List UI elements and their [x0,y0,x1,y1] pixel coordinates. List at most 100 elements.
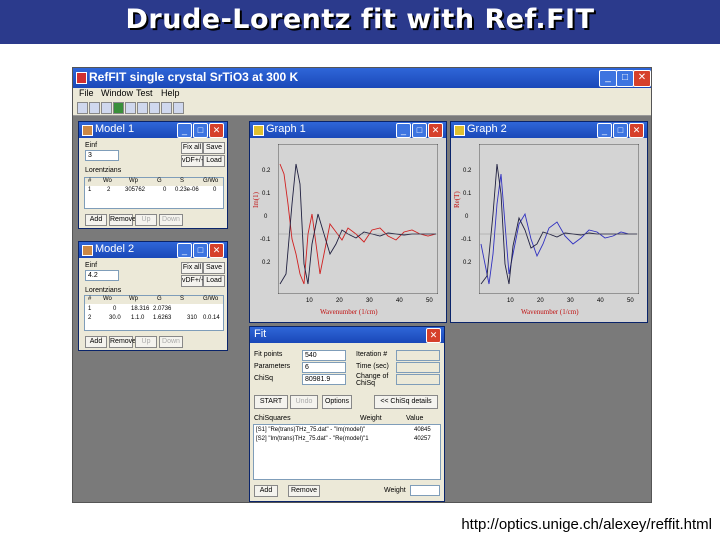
undo-button[interactable]: Undo [290,395,318,409]
col-header: Wp [129,178,138,184]
save-button[interactable]: Save [203,262,225,274]
minimize-icon[interactable]: _ [599,70,617,87]
maximize-icon[interactable]: □ [193,123,208,138]
start-button[interactable]: START [254,395,288,409]
window-icon [82,245,93,256]
close-icon[interactable]: ✕ [209,243,224,258]
list-item[interactable]: [S1] "Re(trans)THz_75.dat" - "Im(model)" [256,427,365,433]
y-tick: 0.2 [262,168,271,174]
down-button[interactable]: Down [159,336,183,348]
minimize-icon[interactable]: _ [177,243,192,258]
graph1-canvas[interactable]: Im(1) 0.2 0.1 0 -0.1 0.2 10 20 30 40 50 … [250,138,446,322]
model1-window: Model 1 _ □ ✕ Einf 3 Fix all Save vDF+/-… [78,121,228,229]
graph2-canvas[interactable]: Re(T) 0.2 0.1 0 -0.1 0.2 10 20 30 40 50 … [451,138,647,322]
minimize-icon[interactable]: _ [597,123,612,138]
data-icon[interactable] [149,102,160,114]
add-button[interactable]: Add [85,214,107,226]
add-button[interactable]: Add [254,485,278,497]
save-button[interactable]: Save [203,142,225,154]
fit-icon[interactable] [137,102,148,114]
x-tick: 50 [426,298,433,304]
graph-icon [454,125,465,136]
maximize-icon[interactable]: □ [412,123,427,138]
x-tick: 10 [306,298,313,304]
menu-file[interactable]: File [79,88,94,98]
table-row[interactable]: 1 0 18.316 2.0736 [85,306,223,314]
source-url[interactable]: http://optics.unige.ch/alexey/reffit.htm… [461,516,712,533]
save-icon[interactable] [89,102,100,114]
parameters-label: Parameters [254,363,291,370]
open-icon[interactable] [77,102,88,114]
x-tick: 10 [507,298,514,304]
x-tick: 40 [597,298,604,304]
help-icon[interactable] [173,102,184,114]
cell: 0.0.14 [203,315,220,321]
model2-title: Model 2 [95,243,135,255]
load-button[interactable]: Load [203,275,225,287]
graph1-window: Graph 1 _ □ ✕ Im(1) 0.2 0.1 0 -0.1 0.2 1… [249,121,447,323]
y-tick: 0 [465,214,469,220]
minimize-icon[interactable]: _ [396,123,411,138]
lorentzians-table: # Wo Wp G S G/Wo 1 0 18.316 2.0736 2 30.… [84,295,224,331]
col-header: # [88,296,92,302]
remove-button[interactable]: Remove [288,485,320,497]
app-icon [76,72,87,84]
menu-test[interactable]: Test [136,88,153,98]
list-item[interactable]: [S2] "Im(trans)THz_75.dat" - "Re(model)"… [256,436,369,442]
x-tick: 30 [567,298,574,304]
vdf-button[interactable]: vDF+/- [181,275,203,287]
load-button[interactable]: Load [203,155,225,167]
table-row[interactable]: 1 2 305762 0 0.23e-06 0 [85,187,223,195]
print-icon[interactable] [101,102,112,114]
graph2-plot [479,144,639,294]
close-icon[interactable]: ✕ [426,328,441,343]
einf-field[interactable]: 4.2 [85,270,119,281]
options-button[interactable]: Options [322,395,352,409]
table-header: # Wo Wp G S G/Wo [85,296,223,304]
minimize-icon[interactable]: _ [177,123,192,138]
remove-button[interactable]: Remove [109,214,136,226]
graph2-window: Graph 2 _ □ ✕ Re(T) 0.2 0.1 0 -0.1 0.2 1… [450,121,648,323]
y-tick: -0.1 [461,237,472,243]
model2-window: Model 2 _ □ ✕ Einf 4.2 Fix all Save vDF+… [78,241,228,351]
remove-button[interactable]: Remove [109,336,136,348]
close-icon[interactable]: ✕ [209,123,224,138]
graph2-xlabel: Wavenumber (1/cm) [521,308,579,316]
col-header: S [180,296,185,302]
close-icon[interactable]: ✕ [629,123,644,138]
menu-help[interactable]: Help [161,88,180,98]
chisq-details-button[interactable]: << ChiSq details [374,395,438,409]
fix-all-button[interactable]: Fix all [181,262,203,274]
model-icon[interactable] [113,102,124,114]
graph2-titlebar: Graph 2 _ □ ✕ [451,122,647,138]
fix-all-button[interactable]: Fix all [181,142,203,154]
lorentzians-label: Lorentzians [85,287,122,294]
maximize-icon[interactable]: □ [616,70,634,87]
close-icon[interactable]: ✕ [633,70,651,87]
cell: 2.0736 [153,306,172,312]
einf-field[interactable]: 3 [85,150,119,161]
maximize-icon[interactable]: □ [613,123,628,138]
cell: 0 [113,306,117,312]
fit-points-label: Fit points [254,351,283,358]
settings-icon[interactable] [161,102,172,114]
value-header: Value [406,415,424,422]
list-item-value: 40845 [414,427,431,433]
up-button[interactable]: Up [135,336,157,348]
up-button[interactable]: Up [135,214,157,226]
time-field [396,362,440,373]
close-icon[interactable]: ✕ [428,123,443,138]
vdf-button[interactable]: vDF+/- [181,155,203,167]
maximize-icon[interactable]: □ [193,243,208,258]
menu-window[interactable]: Window [101,88,133,98]
y-tick: 0.2 [463,168,472,174]
table-header: # Wo Wp G S G/Wo [85,178,223,186]
weight-field[interactable] [410,485,440,496]
add-button[interactable]: Add [85,336,107,348]
y-tick: 0.2 [463,260,472,266]
change-field [396,374,440,385]
down-button[interactable]: Down [159,214,183,226]
table-row[interactable]: 2 30.0 1.1.0 1.6263 310 0.0.14 [85,315,223,323]
graph-icon[interactable] [125,102,136,114]
list-item-value: 40257 [414,436,431,442]
